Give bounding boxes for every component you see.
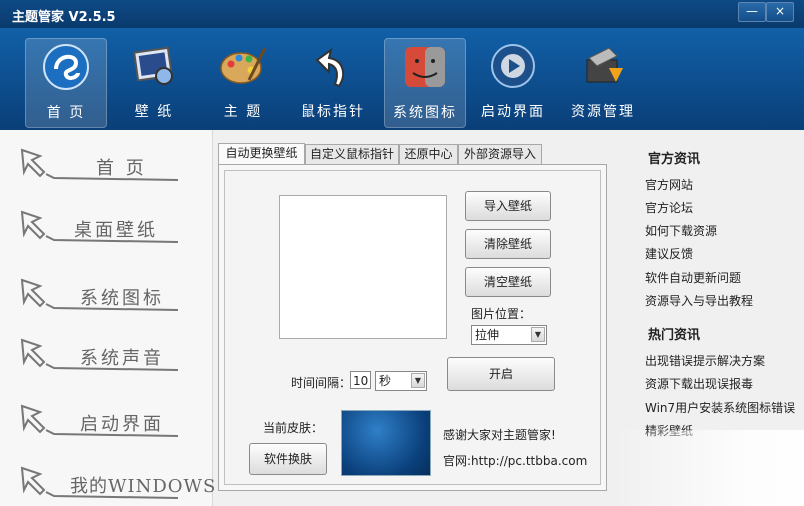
- tab-auto-wallpaper[interactable]: 自动更换壁纸: [218, 143, 305, 165]
- sidebar-item-label: 我的WINDOWS: [70, 476, 217, 497]
- link-false-positive[interactable]: 资源下载出现误报毒: [645, 375, 753, 392]
- position-label: 图片位置：: [471, 307, 532, 321]
- minimize-icon: —: [746, 4, 758, 18]
- main-area: 首 页 桌面壁纸 系统图标 系统声音 启动界面 我的WINDOWS 自动更换壁纸…: [0, 130, 804, 506]
- link-feedback[interactable]: 建议反馈: [645, 245, 693, 262]
- left-sidebar: 首 页 桌面壁纸 系统图标 系统声音 启动界面 我的WINDOWS: [0, 130, 215, 506]
- import-wallpaper-button[interactable]: 导入壁纸: [465, 191, 551, 221]
- interval-unit-select[interactable]: 秒 ▼: [375, 371, 427, 391]
- sidebar-item-system-icons[interactable]: 系统图标: [18, 276, 208, 316]
- remove-wallpaper-button[interactable]: 清除壁纸: [465, 229, 551, 259]
- current-skin-label: 当前皮肤：: [263, 421, 324, 435]
- nav-theme[interactable]: 主 题: [203, 38, 283, 126]
- link-error-solution[interactable]: 出现错误提示解决方案: [645, 352, 765, 369]
- link-how-to-download[interactable]: 如何下载资源: [645, 222, 717, 239]
- nav-boot-screen[interactable]: 启动界面: [473, 38, 553, 126]
- tab-custom-cursor[interactable]: 自定义鼠标指针: [305, 144, 399, 164]
- interval-input[interactable]: 10: [350, 371, 371, 389]
- chevron-down-icon: ▼: [531, 327, 545, 342]
- official-news-title: 官方资讯: [648, 152, 701, 167]
- sidebar-item-label: 启动界面: [80, 414, 164, 435]
- cursor-arrow-icon: [315, 47, 345, 88]
- link-import-export-guide[interactable]: 资源导入与导出教程: [645, 292, 753, 309]
- close-button[interactable]: ×: [766, 2, 794, 22]
- news-panel: 官方资讯 官方网站 官方论坛 如何下载资源 建议反馈 软件自动更新问题 资源导入…: [630, 130, 804, 506]
- nav-label: 启动界面: [481, 104, 545, 120]
- home-icon: [43, 44, 89, 90]
- tools-folder-icon: [586, 47, 623, 83]
- nav-home[interactable]: 首 页: [25, 38, 107, 128]
- sidebar-item-wallpaper[interactable]: 桌面壁纸: [18, 208, 208, 248]
- link-auto-update[interactable]: 软件自动更新问题: [645, 269, 741, 286]
- palette-icon: [220, 47, 267, 84]
- start-button[interactable]: 开启: [447, 357, 555, 391]
- sidebar-item-label: 首 页: [96, 158, 147, 179]
- nav-label: 主 题: [223, 104, 263, 120]
- switch-skin-button[interactable]: 软件换肤: [249, 443, 327, 475]
- wallpaper-icon: [133, 46, 173, 85]
- chevron-down-icon: ▼: [411, 373, 425, 388]
- minimize-button[interactable]: —: [738, 2, 766, 22]
- sidebar-item-home[interactable]: 首 页: [18, 146, 208, 186]
- interval-unit-value: 秒: [379, 374, 392, 388]
- wallpaper-list[interactable]: [279, 195, 447, 339]
- sidebar-item-system-sounds[interactable]: 系统声音: [18, 336, 208, 376]
- position-select[interactable]: 拉伸 ▼: [471, 325, 547, 345]
- link-official-site[interactable]: 官方网站: [645, 176, 693, 193]
- tab-restore-center[interactable]: 还原中心: [399, 144, 458, 164]
- app-title: 主题管家 V2.5.5: [12, 10, 116, 25]
- main-toolbar: 首 页 壁 纸 主 题 鼠标指针 系统图标 启动界面 资源管理: [0, 28, 804, 130]
- clear-wallpapers-button[interactable]: 清空壁纸: [465, 267, 551, 297]
- nav-wallpaper[interactable]: 壁 纸: [114, 38, 194, 126]
- sidebar-item-boot-screen[interactable]: 启动界面: [18, 402, 208, 442]
- tab-external-import[interactable]: 外部资源导入: [458, 144, 542, 164]
- hot-news-title: 热门资讯: [648, 328, 701, 343]
- media-disc-icon: [491, 44, 535, 88]
- finder-icon: [405, 47, 445, 87]
- sidebar-item-label: 系统声音: [80, 348, 164, 369]
- website-text: 官网:http://pc.ttbba.com: [443, 454, 588, 468]
- link-official-forum[interactable]: 官方论坛: [645, 199, 693, 216]
- position-value: 拉伸: [475, 328, 500, 342]
- sidebar-item-label: 桌面壁纸: [74, 220, 158, 241]
- interval-label: 时间间隔：: [291, 376, 352, 390]
- close-icon: ×: [774, 4, 786, 18]
- skin-preview-image: [341, 410, 431, 476]
- sidebar-item-my-windows[interactable]: 我的WINDOWS: [18, 464, 215, 504]
- nav-resources[interactable]: 资源管理: [563, 38, 643, 126]
- nav-label: 资源管理: [571, 104, 635, 120]
- nav-system-icons[interactable]: 系统图标: [384, 38, 466, 128]
- nav-label: 系统图标: [393, 105, 457, 121]
- nav-label: 鼠标指针: [301, 104, 365, 120]
- link-wallpapers[interactable]: 精彩壁纸: [645, 422, 693, 439]
- link-win7-icon-error[interactable]: Win7用户安装系统图标错误: [645, 399, 795, 416]
- title-bar: 主题管家 V2.5.5 — ×: [0, 0, 804, 28]
- sidebar-item-label: 系统图标: [80, 288, 164, 309]
- thanks-text: 感谢大家对主题管家!: [443, 428, 556, 442]
- nav-cursor[interactable]: 鼠标指针: [293, 38, 373, 126]
- nav-label: 首 页: [46, 105, 86, 121]
- nav-label: 壁 纸: [134, 104, 174, 120]
